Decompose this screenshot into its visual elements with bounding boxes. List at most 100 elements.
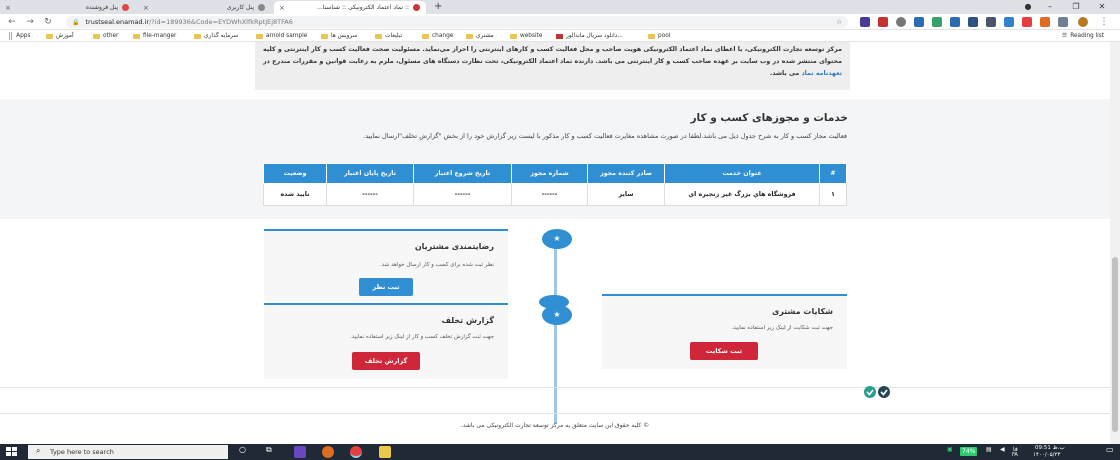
submit-complaint-button[interactable]: ثبت شکایت <box>690 342 758 360</box>
bookmark-folder[interactable]: change <box>422 31 453 41</box>
tray-app-icon[interactable]: ▣ <box>947 446 953 453</box>
tab-title: :: نماد اعتماد الکترونیکی :: شناسنا... <box>317 4 409 11</box>
table-row: ۱ فروشگاه هاي بزرگ غير زنجيره اي سایر --… <box>263 183 847 206</box>
extension-icon[interactable] <box>986 17 996 27</box>
col-header: تاریخ پایان اعتبار <box>326 163 414 184</box>
firefox-icon[interactable] <box>322 446 334 458</box>
section-title: خدمات و مجوزهای کسب و کار <box>690 112 849 124</box>
menu-kebab-icon[interactable]: ⋮ <box>1098 16 1110 28</box>
commitment-link[interactable]: تعهدنامه نماد <box>801 70 842 77</box>
bookmark-folder[interactable]: website <box>510 31 542 41</box>
minimize-icon[interactable]: – <box>1040 0 1060 14</box>
clock-time[interactable]: 09:51 ب.ظ <box>1035 445 1065 451</box>
extension-icon[interactable] <box>950 17 960 27</box>
col-header: شماره مجوز <box>511 163 588 184</box>
bookmark-folder[interactable]: file-manger <box>133 31 176 41</box>
bookmark-folder[interactable]: other <box>93 31 118 41</box>
flag-icon <box>556 33 563 39</box>
extension-icon[interactable] <box>1022 17 1032 27</box>
table-cell: فروشگاه هاي بزرگ غير زنجيره اي <box>664 183 820 206</box>
table-cell: سایر <box>587 183 665 206</box>
page-viewport: مرکز توسعه تجارت الکترونیکی، با اعطای نم… <box>0 42 1110 444</box>
bookmark-star-icon[interactable]: ☆ <box>836 18 842 26</box>
folder-icon <box>321 33 328 39</box>
clock-date[interactable]: ۱۴۰۰/۰۵/۲۳ <box>1033 452 1060 458</box>
timeline-line <box>554 231 557 424</box>
card-description: نظر ثبت شده برای کسب و کار ارسال خواهد ش… <box>380 262 494 268</box>
folder-icon <box>194 33 201 39</box>
chrome-icon[interactable] <box>350 446 362 458</box>
notifications-icon[interactable]: ▭ <box>1106 445 1114 454</box>
tab-title: پنل کاربری <box>226 4 254 11</box>
metamask-icon[interactable] <box>1040 17 1050 27</box>
table-cell: ------ <box>413 183 512 206</box>
battery-indicator[interactable]: 74% <box>960 447 978 456</box>
folder-icon <box>93 33 100 39</box>
close-icon[interactable]: × <box>143 4 149 12</box>
new-tab-button[interactable]: + <box>434 1 442 12</box>
timeline-star-icon: ★ <box>542 305 572 325</box>
submit-feedback-button[interactable]: ثبت نظر <box>359 278 413 296</box>
task-view-icon[interactable]: ⧉ <box>266 445 272 455</box>
input-language-code[interactable]: FA <box>1012 452 1018 458</box>
extension-icon[interactable] <box>1004 17 1014 27</box>
tab-seller-panel[interactable]: پنل فروشنده × <box>0 1 135 14</box>
bookmark-link[interactable]: دانلود سریال ماندالور... <box>556 31 623 41</box>
avatar[interactable] <box>1078 17 1088 27</box>
profile-menu-icon[interactable]: ● <box>1018 0 1038 14</box>
tab-user-panel[interactable]: پنل کاربری × <box>138 1 271 14</box>
footer-copyright: © کلیه حقوق این سایت متعلق به مرکز توسعه… <box>460 422 650 429</box>
tab-strip: پنل فروشنده × پنل کاربری × :: نماد اعتما… <box>0 0 1120 14</box>
table-cell: ۱ <box>819 183 847 206</box>
extension-icon[interactable] <box>932 17 942 27</box>
bookmark-folder[interactable]: arnoid sample <box>256 31 307 41</box>
extension-icon[interactable] <box>968 17 978 27</box>
windows-start-icon[interactable] <box>6 447 17 457</box>
back-icon[interactable]: ← <box>6 16 18 28</box>
card-title: شکایات مشتری <box>771 307 833 316</box>
intro-text-end: می باشد. <box>769 70 800 77</box>
extension-icon[interactable] <box>896 17 906 27</box>
footer-divider <box>0 413 1110 414</box>
bookmark-folder[interactable]: سرمایه گذاری <box>194 31 238 41</box>
restore-icon[interactable]: ❐ <box>1066 0 1086 14</box>
extension-icon[interactable] <box>878 17 888 27</box>
extension-icon[interactable] <box>860 17 870 27</box>
intro-notice: مرکز توسعه تجارت الکترونیکی، با اعطای نم… <box>255 42 850 90</box>
report-violation-button[interactable]: گزارش تخلف <box>352 352 420 370</box>
window-close-icon[interactable]: ✕ <box>1092 0 1112 14</box>
reload-icon[interactable]: ↻ <box>42 16 54 28</box>
bookmark-folder[interactable]: pool <box>648 31 670 41</box>
forward-icon[interactable]: → <box>24 16 36 28</box>
site-favicon-icon <box>122 4 129 11</box>
close-icon[interactable]: × <box>5 4 11 12</box>
network-icon[interactable]: ▤ <box>986 446 992 453</box>
bookmark-folder[interactable]: تبلیغات <box>375 31 402 41</box>
bookmark-folder[interactable]: آموزش <box>46 31 74 41</box>
page-scrollbar[interactable] <box>1110 42 1120 444</box>
scrollbar-thumb[interactable] <box>1112 257 1118 432</box>
url-field[interactable]: 🔒 trustseal.enamad.ir /?id=189936&Code=E… <box>66 16 848 28</box>
reading-list-button[interactable]: ☰ Reading list <box>1062 31 1104 41</box>
app-icon[interactable] <box>294 446 306 458</box>
table-cell: ------ <box>511 183 588 206</box>
extensions-puzzle-icon[interactable] <box>1058 17 1068 27</box>
taskbar-search-input[interactable]: ⌕ Type here to search <box>28 445 228 459</box>
close-icon[interactable]: × <box>279 4 285 12</box>
volume-icon[interactable]: ◀ <box>1000 446 1005 453</box>
col-header: وضعیت <box>263 163 327 184</box>
folder-icon <box>133 33 140 39</box>
intro-text: مرکز توسعه تجارت الکترونیکی، با اعطای نم… <box>263 46 842 65</box>
url-path: /?id=189936&Code=EYDWhXlfkRptJEj8TFA6 <box>149 18 293 26</box>
col-header: # <box>819 163 847 184</box>
card-description: جهت ثبت شکایت از لینک زیر استفاده نمایید… <box>731 325 833 331</box>
bookmark-folder[interactable]: سرویس ها <box>321 31 358 41</box>
taskbar: ⌕ Type here to search ○ ⧉ ▣ 74% ▤ ◀ فا F… <box>0 444 1120 460</box>
file-explorer-icon[interactable] <box>379 446 391 458</box>
tab-enamad[interactable]: :: نماد اعتماد الکترونیکی :: شناسنا... × <box>274 1 426 14</box>
cortana-icon[interactable]: ○ <box>239 445 246 454</box>
timeline-star-icon: ★ <box>542 229 572 249</box>
apps-shortcut[interactable]: ⣿ Apps <box>8 31 31 41</box>
extension-icon[interactable] <box>914 17 924 27</box>
bookmark-folder[interactable]: مشتری <box>466 31 494 41</box>
